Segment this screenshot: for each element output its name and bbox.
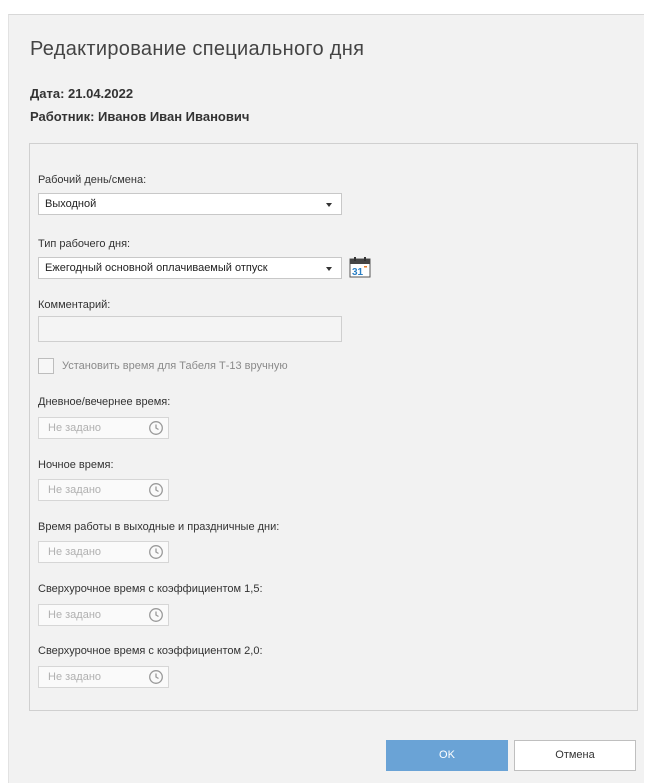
employee-line: Работник: Иванов Иван Иванович	[30, 109, 250, 124]
overtime-20-label: Сверхурочное время с коэффициентом 2,0:	[38, 645, 263, 657]
workday-label: Рабочий день/смена:	[38, 174, 147, 186]
cancel-button[interactable]: Отмена	[514, 740, 636, 771]
clock-icon[interactable]	[148, 420, 164, 436]
calendar-icon-day: 31	[352, 267, 364, 278]
daytype-select[interactable]: Ежегодный основной оплачиваемый отпуск	[38, 257, 342, 279]
weekend-holiday-time-label: Время работы в выходные и праздничные дн…	[38, 521, 280, 533]
comment-label: Комментарий:	[38, 299, 111, 311]
clock-icon[interactable]	[148, 482, 164, 498]
comment-input[interactable]	[38, 316, 342, 342]
clock-icon[interactable]	[148, 669, 164, 685]
day-evening-time-input[interactable]: Не задано	[38, 417, 169, 439]
day-evening-time-label: Дневное/вечернее время:	[38, 396, 171, 408]
clock-icon[interactable]	[148, 544, 164, 560]
manual-time-checkbox[interactable]	[38, 358, 54, 374]
workday-select-value: Выходной	[45, 198, 97, 210]
weekend-holiday-time-input[interactable]: Не задано	[38, 541, 169, 563]
overtime-20-input[interactable]: Не задано	[38, 666, 169, 688]
time-placeholder: Не задано	[48, 484, 102, 496]
daytype-label: Тип рабочего дня:	[38, 238, 131, 250]
time-placeholder: Не задано	[48, 422, 102, 434]
ok-button[interactable]: OK	[386, 740, 508, 771]
overtime-15-input[interactable]: Не задано	[38, 604, 169, 626]
manual-time-checkbox-label: Установить время для Табеля Т-13 вручную	[62, 360, 288, 372]
time-placeholder: Не задано	[48, 609, 102, 621]
clock-icon[interactable]	[148, 607, 164, 623]
daytype-select-value: Ежегодный основной оплачиваемый отпуск	[45, 262, 268, 274]
time-placeholder: Не задано	[48, 671, 102, 683]
date-line: Дата: 21.04.2022	[30, 86, 134, 101]
chevron-down-icon	[326, 267, 332, 271]
night-time-input[interactable]: Не задано	[38, 479, 169, 501]
calendar-icon[interactable]: 31	[349, 256, 371, 278]
workday-select[interactable]: Выходной	[38, 193, 342, 215]
time-placeholder: Не задано	[48, 546, 102, 558]
night-time-label: Ночное время:	[38, 459, 114, 471]
dialog-title: Редактирование специального дня	[30, 38, 365, 60]
chevron-down-icon	[326, 203, 332, 207]
overtime-15-label: Сверхурочное время с коэффициентом 1,5:	[38, 583, 263, 595]
